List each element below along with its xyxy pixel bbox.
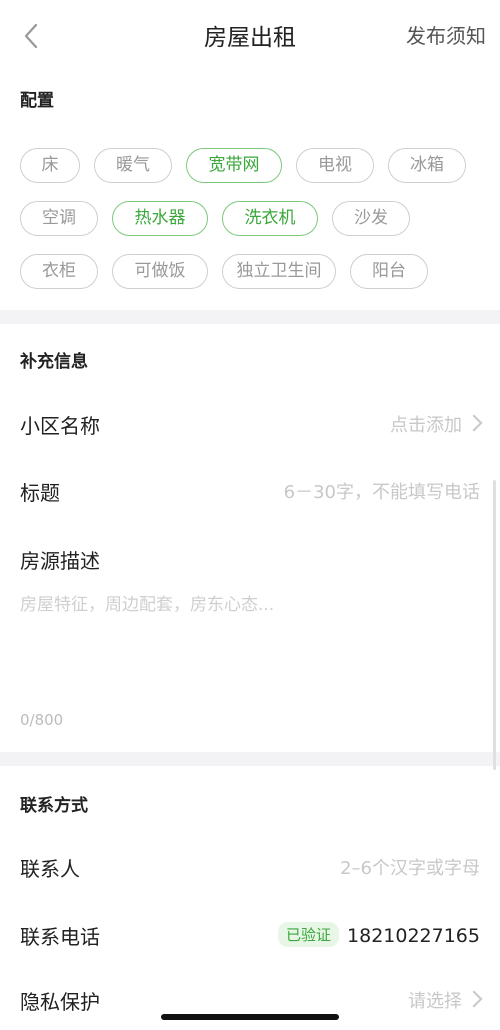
config-tags: 床 暖气 宽带网 电视 冰箱 空调 热水器 洗衣机 沙发 衣柜 可做饭 独立卫生… <box>20 148 490 307</box>
tag-water-heater[interactable]: 热水器 <box>112 201 208 236</box>
contact-person-label: 联系人 <box>20 857 80 881</box>
privacy-label: 隐私保护 <box>20 990 100 1014</box>
nav-bar: 房屋出租 发布须知 <box>0 0 500 70</box>
tag-cooking[interactable]: 可做饭 <box>112 254 208 289</box>
contact-person-input[interactable]: 2–6个汉字或字母 <box>340 854 480 880</box>
description-counter: 0/800 <box>20 711 64 729</box>
home-indicator <box>161 1014 339 1020</box>
tag-row-1: 床 暖气 宽带网 电视 冰箱 <box>20 148 490 184</box>
publish-notice-link[interactable]: 发布须知 <box>406 20 486 49</box>
privacy-picker[interactable]: 请选择 <box>408 987 483 1013</box>
scrollbar[interactable] <box>493 480 496 770</box>
back-arrow-icon[interactable] <box>20 22 44 50</box>
contact-person-row[interactable]: 联系人 2–6个汉字或字母 <box>20 847 480 887</box>
description-textarea[interactable]: 房屋特征，周边配套，房东心态... <box>20 590 480 690</box>
phone-number: 18210227165 <box>347 925 480 947</box>
extra-section-title: 补充信息 <box>20 352 88 372</box>
section-divider <box>0 310 500 324</box>
tag-row-3: 衣柜 可做饭 独立卫生间 阳台 <box>20 254 490 290</box>
headline-label: 标题 <box>20 481 60 505</box>
tag-heating[interactable]: 暖气 <box>94 148 172 183</box>
tag-washing-machine[interactable]: 洗衣机 <box>222 201 318 236</box>
community-label: 小区名称 <box>20 414 100 438</box>
contact-phone-row[interactable]: 联系电话 已验证 18210227165 <box>20 915 480 955</box>
tag-wardrobe[interactable]: 衣柜 <box>20 254 98 289</box>
tag-private-bathroom[interactable]: 独立卫生间 <box>222 254 336 289</box>
community-row[interactable]: 小区名称 点击添加 <box>20 404 483 444</box>
tag-bed[interactable]: 床 <box>20 148 80 183</box>
tag-row-2: 空调 热水器 洗衣机 沙发 <box>20 201 490 237</box>
tag-balcony[interactable]: 阳台 <box>350 254 428 289</box>
tag-sofa[interactable]: 沙发 <box>332 201 410 236</box>
section-divider <box>0 752 500 766</box>
headline-input[interactable]: 6－30字，不能填写电话 <box>284 478 480 504</box>
headline-row[interactable]: 标题 6－30字，不能填写电话 <box>20 471 480 511</box>
verified-badge: 已验证 <box>278 922 340 947</box>
tag-tv[interactable]: 电视 <box>296 148 374 183</box>
tag-fridge[interactable]: 冰箱 <box>388 148 466 183</box>
chevron-right-icon <box>465 414 483 432</box>
contact-phone-value[interactable]: 已验证 18210227165 <box>278 922 480 947</box>
community-picker[interactable]: 点击添加 <box>390 411 483 437</box>
tag-broadband[interactable]: 宽带网 <box>186 148 282 183</box>
contact-section-title: 联系方式 <box>20 796 88 816</box>
contact-phone-label: 联系电话 <box>20 925 100 949</box>
chevron-right-icon <box>465 990 483 1008</box>
config-section-title: 配置 <box>20 91 54 111</box>
tag-ac[interactable]: 空调 <box>20 201 98 236</box>
description-label: 房源描述 <box>20 549 100 573</box>
description-row: 房源描述 <box>20 539 480 579</box>
community-placeholder: 点击添加 <box>390 415 462 436</box>
privacy-placeholder: 请选择 <box>408 991 462 1012</box>
